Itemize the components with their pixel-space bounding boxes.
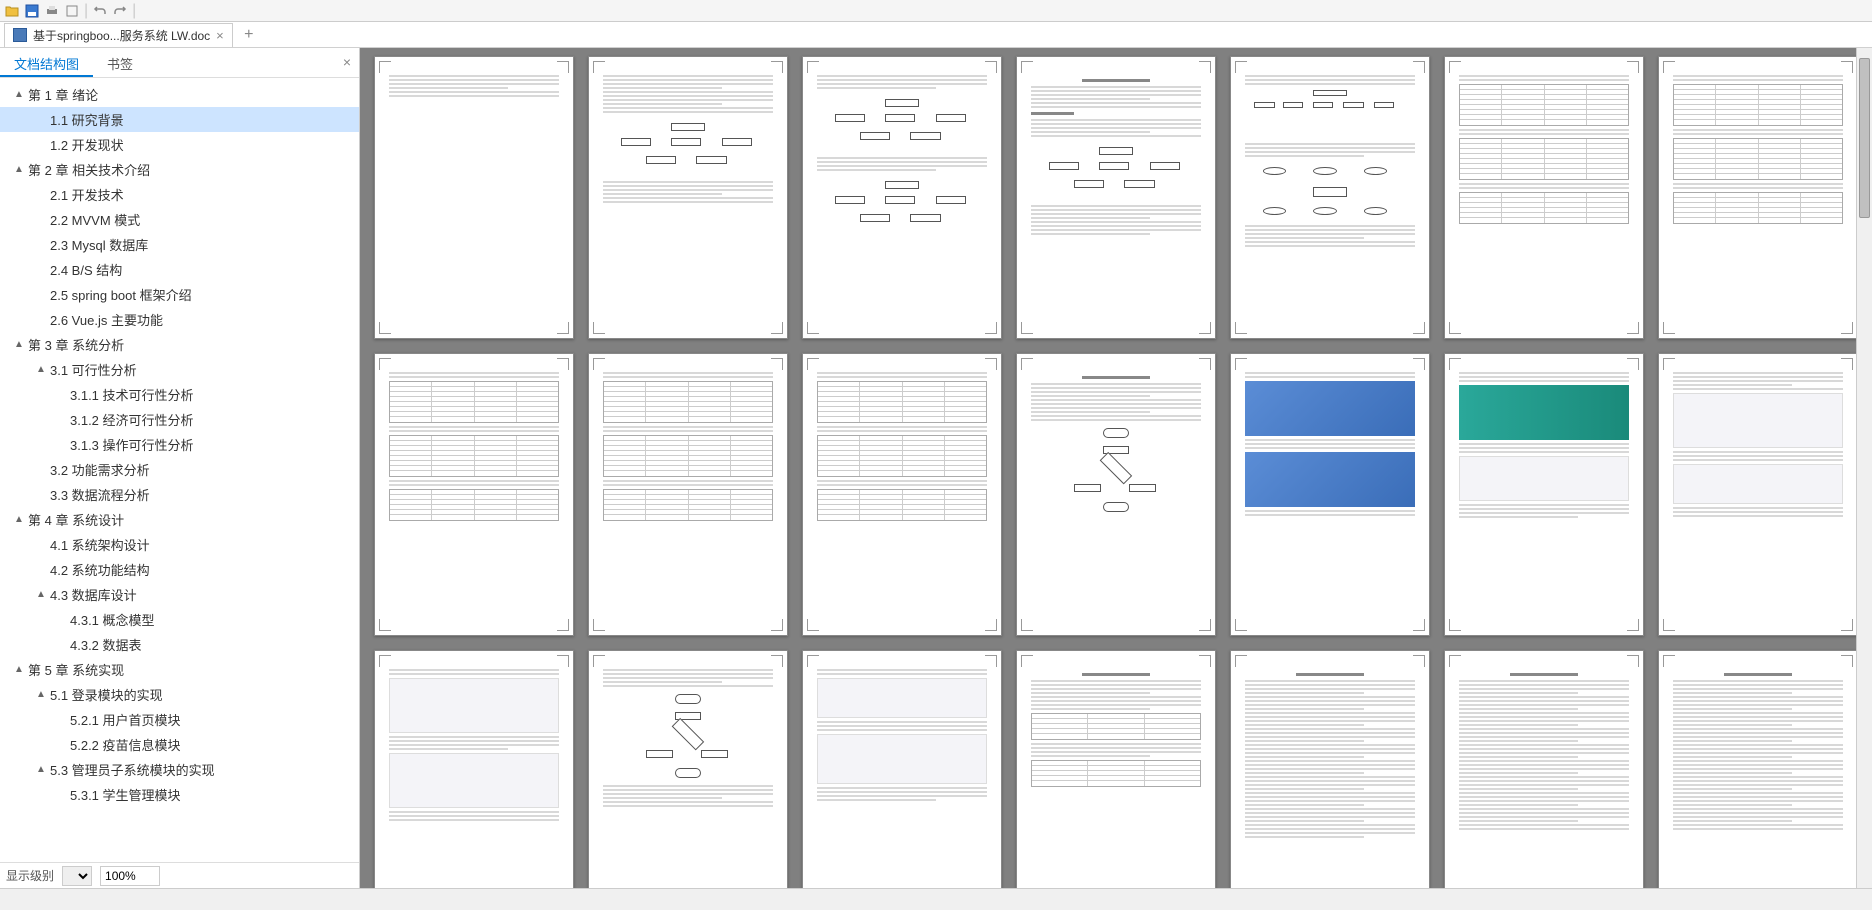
page-thumbnail[interactable] [1444, 650, 1644, 888]
doc-icon [13, 28, 27, 42]
vertical-scrollbar[interactable] [1856, 48, 1872, 888]
outline-item[interactable]: 2.5 spring boot 框架介绍 [0, 282, 359, 307]
page-thumbnail[interactable] [374, 650, 574, 888]
page-thumbnail[interactable] [1658, 56, 1858, 339]
page-thumbnail[interactable] [1658, 353, 1858, 636]
outline-tree: ▲第 1 章 绪论1.1 研究背景1.2 开发现状▲第 2 章 相关技术介绍2.… [0, 78, 359, 862]
file-tab-title: 基于springboo...服务系统 LW.doc [33, 27, 210, 44]
outline-item[interactable]: 2.2 MVVM 模式 [0, 207, 359, 232]
zoom-input[interactable] [100, 866, 160, 886]
new-tab-button[interactable]: + [237, 23, 261, 47]
outline-item[interactable]: 3.3 数据流程分析 [0, 482, 359, 507]
page-thumbnail[interactable] [802, 650, 1002, 888]
outline-item[interactable]: ▲5.3 管理员子系统模块的实现 [0, 757, 359, 782]
level-select[interactable] [62, 866, 92, 886]
page-thumbnail[interactable] [1230, 650, 1430, 888]
preview-icon[interactable] [64, 3, 80, 19]
page-thumbnail[interactable] [802, 353, 1002, 636]
level-label: 显示级别 [6, 867, 54, 884]
page-thumbnail[interactable] [1230, 353, 1430, 636]
page-thumbnail[interactable] [588, 650, 788, 888]
outline-item[interactable]: 2.3 Mysql 数据库 [0, 232, 359, 257]
page-thumbnail[interactable] [374, 56, 574, 339]
outline-item[interactable]: ▲第 4 章 系统设计 [0, 507, 359, 532]
outline-item[interactable]: 4.3.2 数据表 [0, 632, 359, 657]
page-thumbnail[interactable] [1444, 353, 1644, 636]
outline-item[interactable]: 5.2.1 用户首页模块 [0, 707, 359, 732]
scrollbar-thumb[interactable] [1859, 58, 1870, 218]
save-icon[interactable] [24, 3, 40, 19]
outline-item[interactable]: ▲第 1 章 绪论 [0, 82, 359, 107]
outline-item[interactable]: 4.1 系统架构设计 [0, 532, 359, 557]
page-thumbnail[interactable] [1016, 56, 1216, 339]
outline-item[interactable]: 2.6 Vue.js 主要功能 [0, 307, 359, 332]
outline-item[interactable]: 3.1.2 经济可行性分析 [0, 407, 359, 432]
outline-item[interactable]: 5.3.1 学生管理模块 [0, 782, 359, 807]
undo-icon[interactable] [92, 3, 108, 19]
outline-item[interactable]: 3.2 功能需求分析 [0, 457, 359, 482]
outline-item[interactable]: 4.3.1 概念模型 [0, 607, 359, 632]
outline-item[interactable]: ▲第 2 章 相关技术介绍 [0, 157, 359, 182]
print-icon[interactable] [44, 3, 60, 19]
file-tabs-bar: 基于springboo...服务系统 LW.doc × + [0, 22, 1872, 48]
sidebar-close-icon[interactable]: × [343, 54, 351, 70]
status-bar [0, 888, 1872, 910]
page-thumbnail[interactable] [374, 353, 574, 636]
outline-item[interactable]: ▲第 3 章 系统分析 [0, 332, 359, 357]
tab-outline[interactable]: 文档结构图 [0, 48, 93, 77]
outline-item[interactable]: 2.1 开发技术 [0, 182, 359, 207]
folder-open-icon[interactable] [4, 3, 20, 19]
outline-item[interactable]: ▲3.1 可行性分析 [0, 357, 359, 382]
tab-bookmark[interactable]: 书签 [93, 48, 147, 77]
tab-close-icon[interactable]: × [216, 28, 224, 43]
redo-icon[interactable] [112, 3, 128, 19]
outline-item[interactable]: 2.4 B/S 结构 [0, 257, 359, 282]
outline-item[interactable]: 4.2 系统功能结构 [0, 557, 359, 582]
page-thumbnails-area[interactable] [360, 48, 1872, 888]
outline-item[interactable]: ▲5.1 登录模块的实现 [0, 682, 359, 707]
page-thumbnail[interactable] [1230, 56, 1430, 339]
outline-item[interactable]: ▲第 5 章 系统实现 [0, 657, 359, 682]
outline-sidebar: 文档结构图 书签 × ▲第 1 章 绪论1.1 研究背景1.2 开发现状▲第 2… [0, 48, 360, 888]
page-thumbnail[interactable] [588, 353, 788, 636]
main-toolbar: | | [0, 0, 1872, 22]
page-thumbnail[interactable] [588, 56, 788, 339]
outline-item[interactable]: 1.1 研究背景 [0, 107, 359, 132]
outline-item[interactable]: 1.2 开发现状 [0, 132, 359, 157]
outline-item[interactable]: 3.1.3 操作可行性分析 [0, 432, 359, 457]
outline-item[interactable]: ▲4.3 数据库设计 [0, 582, 359, 607]
sidebar-footer: 显示级别 [0, 862, 359, 888]
page-thumbnail[interactable] [1658, 650, 1858, 888]
page-thumbnail[interactable] [1444, 56, 1644, 339]
outline-item[interactable]: 3.1.1 技术可行性分析 [0, 382, 359, 407]
page-thumbnail[interactable] [1016, 353, 1216, 636]
outline-item[interactable]: 5.2.2 疫苗信息模块 [0, 732, 359, 757]
sidebar-tabs: 文档结构图 书签 × [0, 48, 359, 78]
page-thumbnail[interactable] [1016, 650, 1216, 888]
page-thumbnail[interactable] [802, 56, 1002, 339]
file-tab-active[interactable]: 基于springboo...服务系统 LW.doc × [4, 23, 233, 47]
